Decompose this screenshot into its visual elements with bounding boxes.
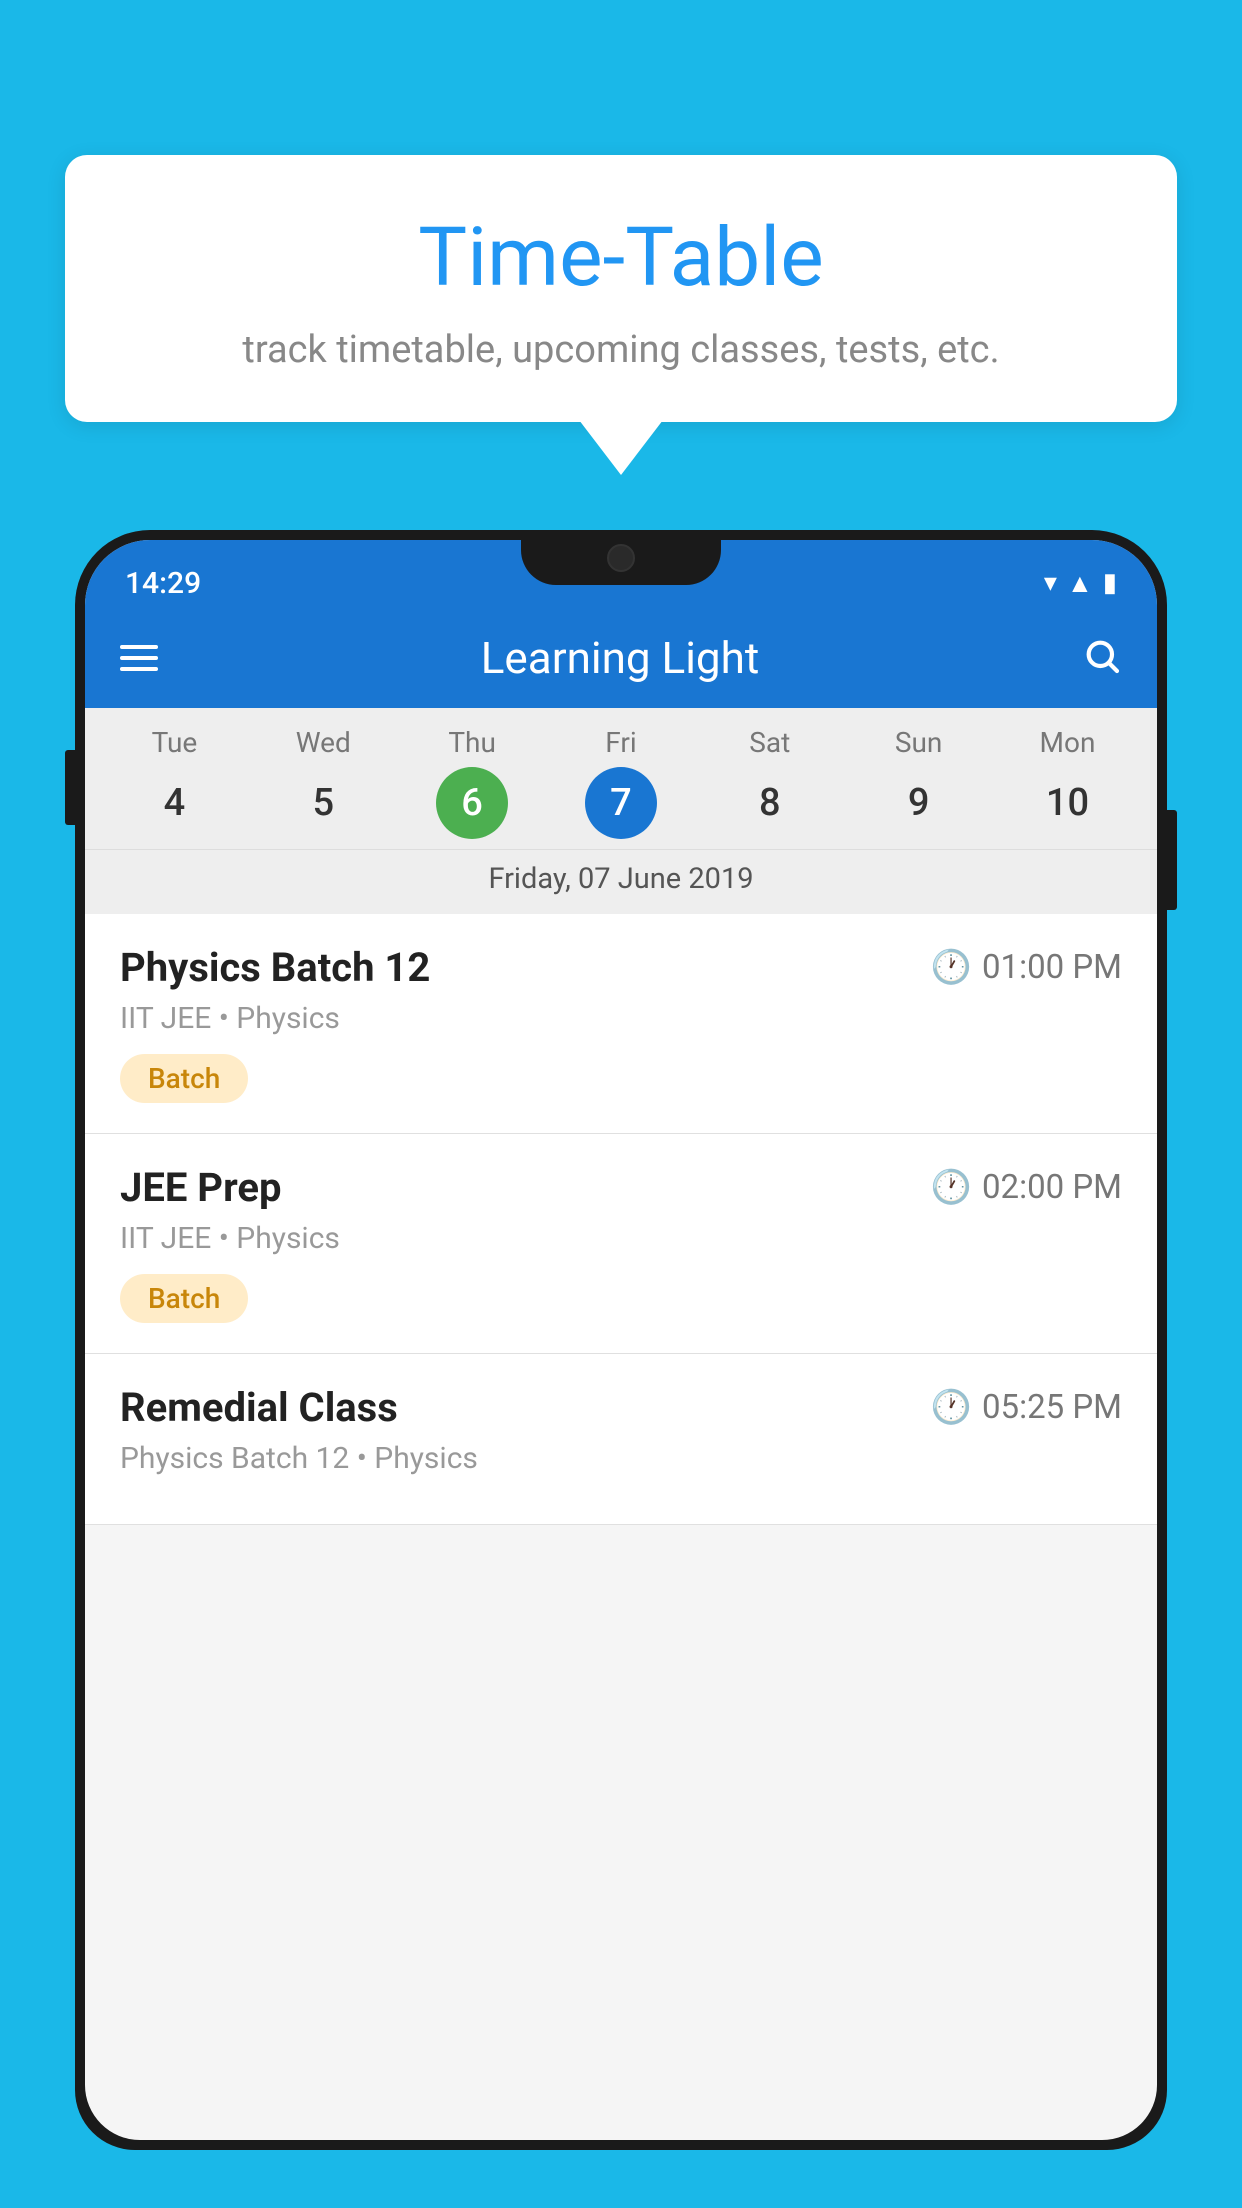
day-name-sat: Sat xyxy=(749,726,790,759)
day-name-thu: Thu xyxy=(448,726,496,759)
day-number-10: 10 xyxy=(1031,767,1103,839)
day-sat[interactable]: Sat 8 xyxy=(705,726,835,839)
phone-container: 14:29 ▾ ▲ ▮ Learning Light xyxy=(75,530,1167,2208)
schedule-item-0[interactable]: Physics Batch 12 🕐 01:00 PM IIT JEE • Ph… xyxy=(85,914,1157,1134)
phone-volume-button xyxy=(65,750,75,825)
day-number-6-today: 6 xyxy=(436,767,508,839)
schedule-item-1-subtitle: IIT JEE • Physics xyxy=(120,1221,1122,1256)
status-icons: ▾ ▲ ▮ xyxy=(1044,568,1117,599)
day-mon[interactable]: Mon 10 xyxy=(1002,726,1132,839)
day-name-tue: Tue xyxy=(152,726,198,759)
signal-icon: ▲ xyxy=(1067,568,1093,599)
schedule-item-2-time: 🕐 05:25 PM xyxy=(931,1388,1122,1427)
day-name-wed: Wed xyxy=(296,726,351,759)
clock-icon-2: 🕐 xyxy=(931,1388,972,1427)
day-thu[interactable]: Thu 6 xyxy=(407,726,537,839)
clock-icon-1: 🕐 xyxy=(931,1168,972,1207)
day-tue[interactable]: Tue 4 xyxy=(109,726,239,839)
day-number-5: 5 xyxy=(287,767,359,839)
day-sun[interactable]: Sun 9 xyxy=(854,726,984,839)
app-title: Learning Light xyxy=(481,632,760,684)
schedule-item-1-header: JEE Prep 🕐 02:00 PM xyxy=(120,1164,1122,1211)
speech-bubble-subtitle: track timetable, upcoming classes, tests… xyxy=(125,328,1117,372)
day-number-7-selected: 7 xyxy=(585,767,657,839)
speech-bubble-container: Time-Table track timetable, upcoming cla… xyxy=(65,155,1177,477)
schedule-item-1-badge: Batch xyxy=(120,1274,248,1323)
speech-bubble-title: Time-Table xyxy=(125,210,1117,306)
day-wed[interactable]: Wed 5 xyxy=(258,726,388,839)
status-time: 14:29 xyxy=(125,566,201,601)
schedule-item-1[interactable]: JEE Prep 🕐 02:00 PM IIT JEE • Physics Ba… xyxy=(85,1134,1157,1354)
day-name-fri: Fri xyxy=(605,726,636,759)
schedule-item-2-header: Remedial Class 🕐 05:25 PM xyxy=(120,1384,1122,1431)
schedule-item-0-subtitle: IIT JEE • Physics xyxy=(120,1001,1122,1036)
schedule-list: Physics Batch 12 🕐 01:00 PM IIT JEE • Ph… xyxy=(85,914,1157,1525)
app-bar: Learning Light xyxy=(85,608,1157,708)
day-fri[interactable]: Fri 7 xyxy=(556,726,686,839)
speech-bubble-pointer xyxy=(579,420,663,475)
phone-power-button xyxy=(1167,810,1177,910)
day-name-mon: Mon xyxy=(1040,726,1096,759)
schedule-item-0-title: Physics Batch 12 xyxy=(120,944,430,991)
phone-camera xyxy=(607,544,635,572)
day-number-8: 8 xyxy=(734,767,806,839)
schedule-item-1-time: 🕐 02:00 PM xyxy=(931,1168,1122,1207)
clock-icon-0: 🕐 xyxy=(931,948,972,987)
schedule-item-1-title: JEE Prep xyxy=(120,1164,281,1211)
schedule-item-2-title: Remedial Class xyxy=(120,1384,398,1431)
battery-icon: ▮ xyxy=(1103,568,1117,598)
phone-notch xyxy=(521,530,721,585)
calendar-strip: Tue 4 Wed 5 Thu 6 Fri 7 xyxy=(85,708,1157,914)
day-number-4: 4 xyxy=(138,767,210,839)
phone-outer: 14:29 ▾ ▲ ▮ Learning Light xyxy=(75,530,1167,2150)
schedule-item-0-badge: Batch xyxy=(120,1054,248,1103)
speech-bubble: Time-Table track timetable, upcoming cla… xyxy=(65,155,1177,422)
wifi-icon: ▾ xyxy=(1044,568,1057,598)
schedule-item-0-time: 🕐 01:00 PM xyxy=(931,948,1122,987)
schedule-item-0-header: Physics Batch 12 🕐 01:00 PM xyxy=(120,944,1122,991)
search-button[interactable] xyxy=(1082,636,1122,680)
schedule-item-2[interactable]: Remedial Class 🕐 05:25 PM Physics Batch … xyxy=(85,1354,1157,1525)
schedule-item-2-subtitle: Physics Batch 12 • Physics xyxy=(120,1441,1122,1476)
phone-screen: 14:29 ▾ ▲ ▮ Learning Light xyxy=(85,540,1157,2140)
day-number-9: 9 xyxy=(883,767,955,839)
hamburger-menu-icon[interactable] xyxy=(120,645,158,671)
days-row: Tue 4 Wed 5 Thu 6 Fri 7 xyxy=(85,726,1157,839)
selected-date-label: Friday, 07 June 2019 xyxy=(85,849,1157,914)
day-name-sun: Sun xyxy=(895,726,943,759)
